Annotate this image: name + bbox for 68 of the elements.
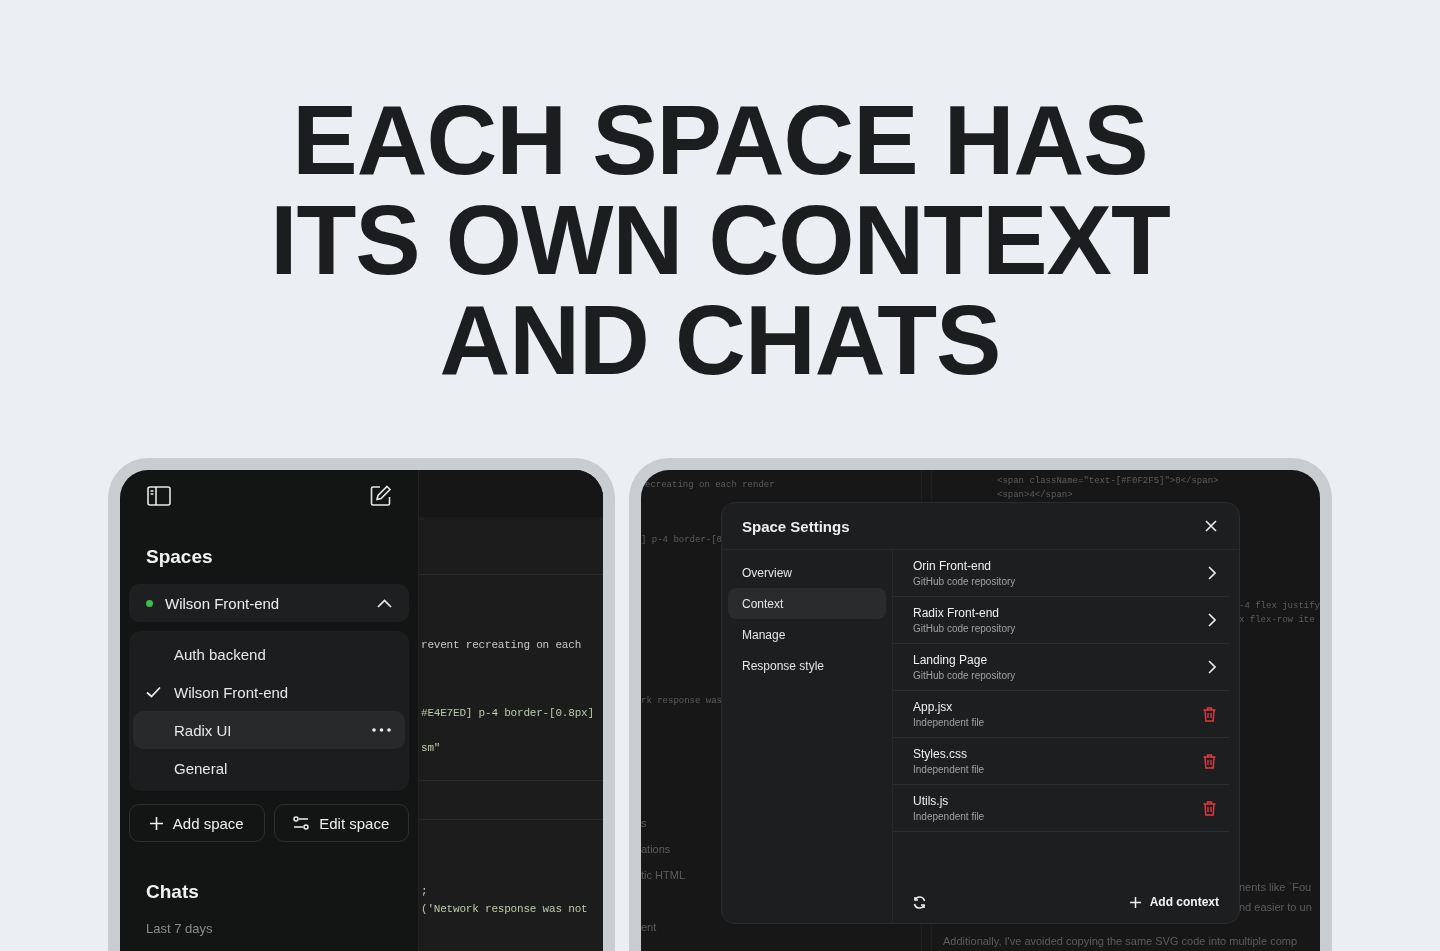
space-name: Radix UI bbox=[174, 721, 233, 739]
code-line: -4 flex justify bbox=[1239, 601, 1320, 612]
nav-item[interactable]: Manage bbox=[728, 619, 886, 650]
context-type: Independent file bbox=[913, 764, 986, 775]
context-type: GitHub code repository bbox=[913, 623, 1017, 634]
headline: EACH SPACE HAS ITS OWN CONTEXT AND CHATS bbox=[270, 90, 1170, 390]
plus-icon bbox=[149, 816, 163, 830]
text-line: Additionally, I've avoided copying the same SVG code into multiple comp bbox=[943, 935, 1298, 948]
text-line: ent bbox=[641, 921, 657, 934]
more-icon[interactable] bbox=[372, 728, 391, 732]
context-name: Orin Front-end bbox=[913, 559, 993, 573]
section-title: Chats bbox=[146, 881, 200, 903]
nav-item[interactable]: Response style bbox=[728, 650, 886, 681]
trash-icon[interactable] bbox=[1203, 706, 1216, 722]
code-line: ('Network response was not bbox=[420, 902, 589, 916]
code-line: sm" bbox=[420, 741, 442, 755]
text-line: ations bbox=[641, 843, 671, 856]
refresh-icon[interactable] bbox=[913, 895, 926, 909]
nav-item[interactable]: Overview bbox=[728, 557, 886, 588]
context-name: Utils.js bbox=[913, 794, 950, 808]
context-type: Independent file bbox=[913, 717, 986, 728]
compose-icon[interactable] bbox=[370, 485, 392, 507]
space-menu-item[interactable]: Auth backend bbox=[133, 635, 405, 673]
space-menu-item[interactable]: General bbox=[133, 749, 405, 787]
space-name: Wilson Front-end bbox=[174, 683, 290, 701]
code-line: revent recreating on each bbox=[420, 638, 583, 652]
text-line: tic HTML bbox=[641, 869, 685, 882]
context-type: GitHub code repository bbox=[913, 670, 1017, 681]
edit-space-button[interactable]: Edit space bbox=[273, 804, 409, 842]
code-line: <span>4</span> bbox=[997, 490, 1073, 501]
context-name: Landing Page bbox=[913, 653, 989, 667]
dialog-title: Space Settings bbox=[742, 517, 850, 535]
sidebar-toggle-icon[interactable] bbox=[147, 486, 171, 506]
space-name: General bbox=[174, 759, 229, 777]
chevron-right-icon[interactable] bbox=[1208, 660, 1216, 674]
trash-icon[interactable] bbox=[1203, 800, 1216, 816]
chevron-right-icon[interactable] bbox=[1208, 566, 1216, 580]
text-line: nents like `Fou bbox=[1239, 881, 1312, 894]
code-line: ] p-4 border-[0 bbox=[641, 535, 722, 546]
trash-icon[interactable] bbox=[1203, 753, 1216, 769]
space-menu-item[interactable]: Radix UI bbox=[133, 711, 405, 749]
space-name: Auth backend bbox=[174, 645, 267, 663]
context-type: Independent file bbox=[913, 811, 986, 822]
code-line: <span className="text-[#F0F2F5]">0</span> bbox=[997, 476, 1219, 487]
sliders-icon bbox=[293, 816, 310, 830]
space-selector[interactable]: Wilson Front-end bbox=[129, 584, 409, 622]
group-label: Last 7 days bbox=[146, 921, 214, 936]
nav-item[interactable]: Context bbox=[728, 588, 886, 619]
close-icon[interactable] bbox=[1205, 520, 1217, 532]
section-title: Spaces bbox=[146, 546, 214, 568]
code-line: #E4E7ED] p-4 border-[0.8px] bbox=[420, 706, 595, 720]
chevron-right-icon[interactable] bbox=[1208, 613, 1216, 627]
code-line: rk response was bbox=[641, 696, 722, 707]
chevron-up-icon bbox=[377, 598, 392, 608]
context-name: App.jsx bbox=[913, 700, 954, 714]
code-line: ; bbox=[420, 884, 429, 898]
text-line: s bbox=[641, 817, 647, 830]
status-dot bbox=[146, 599, 153, 607]
context-type: GitHub code repository bbox=[913, 576, 1017, 587]
add-space-button[interactable]: Add space bbox=[129, 804, 265, 842]
plus-icon bbox=[1129, 896, 1141, 908]
context-name: Radix Front-end bbox=[913, 606, 1001, 620]
context-name: Styles.css bbox=[913, 747, 968, 761]
space-name: Wilson Front-end bbox=[165, 594, 281, 612]
space-menu-item[interactable]: Wilson Front-end bbox=[133, 673, 405, 711]
text-line: nd easier to un bbox=[1239, 901, 1312, 914]
code-line: x flex-row ite bbox=[1239, 615, 1315, 626]
add-context-button[interactable]: Add context bbox=[1129, 895, 1219, 909]
